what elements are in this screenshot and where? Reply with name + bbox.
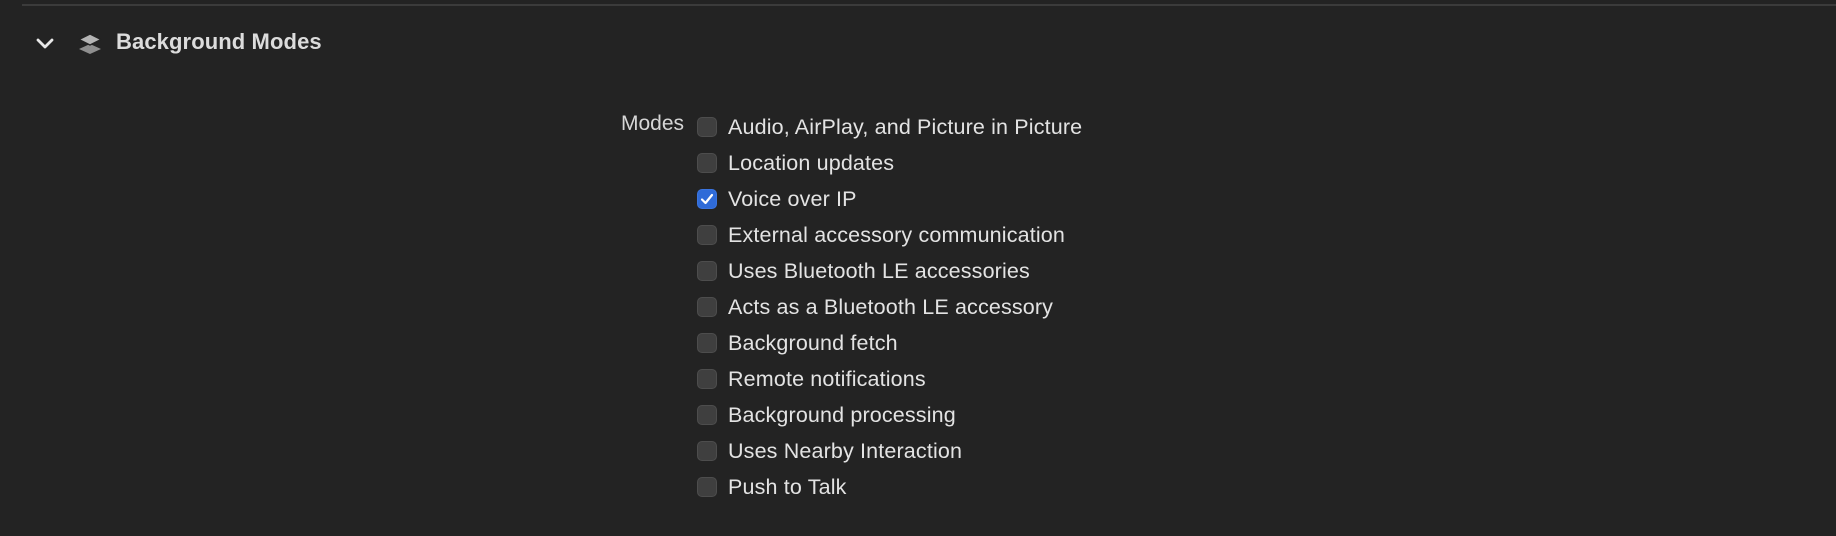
checkbox[interactable] bbox=[697, 297, 717, 317]
mode-option-background-processing[interactable]: Background processing bbox=[697, 397, 1082, 433]
modes-list: Audio, AirPlay, and Picture in Picture L… bbox=[697, 109, 1082, 505]
checkbox[interactable] bbox=[697, 153, 717, 173]
mode-option-audio-airplay-pip[interactable]: Audio, AirPlay, and Picture in Picture bbox=[697, 109, 1082, 145]
checkmark-icon bbox=[700, 193, 714, 205]
checkbox[interactable] bbox=[697, 189, 717, 209]
mode-option-push-to-talk[interactable]: Push to Talk bbox=[697, 469, 1082, 505]
chevron-down-icon[interactable] bbox=[32, 31, 58, 57]
checkbox[interactable] bbox=[697, 261, 717, 281]
layers-icon bbox=[76, 30, 104, 58]
checkbox[interactable] bbox=[697, 477, 717, 497]
mode-option-remote-notifications[interactable]: Remote notifications bbox=[697, 361, 1082, 397]
mode-option-location-updates[interactable]: Location updates bbox=[697, 145, 1082, 181]
mode-option-nearby-interaction[interactable]: Uses Nearby Interaction bbox=[697, 433, 1082, 469]
mode-option-voice-over-ip[interactable]: Voice over IP bbox=[697, 181, 1082, 217]
background-modes-section-header: Background Modes bbox=[32, 26, 322, 62]
mode-label: Audio, AirPlay, and Picture in Picture bbox=[728, 114, 1083, 139]
section-title: Background Modes bbox=[116, 29, 322, 54]
mode-label: Acts as a Bluetooth LE accessory bbox=[728, 294, 1054, 319]
mode-label: Push to Talk bbox=[728, 474, 847, 499]
section-divider bbox=[22, 4, 1836, 6]
mode-label: Background processing bbox=[728, 402, 956, 427]
mode-label: Background fetch bbox=[728, 330, 898, 355]
checkbox[interactable] bbox=[697, 369, 717, 389]
mode-label: Remote notifications bbox=[728, 366, 926, 391]
mode-label: Uses Bluetooth LE accessories bbox=[728, 258, 1030, 283]
mode-label: Location updates bbox=[728, 150, 895, 175]
mode-option-bluetooth-le-accessories[interactable]: Uses Bluetooth LE accessories bbox=[697, 253, 1082, 289]
checkbox[interactable] bbox=[697, 441, 717, 461]
modes-label: Modes bbox=[620, 112, 684, 135]
mode-option-external-accessory[interactable]: External accessory communication bbox=[697, 217, 1082, 253]
mode-label: External accessory communication bbox=[728, 222, 1065, 247]
mode-label: Uses Nearby Interaction bbox=[728, 438, 963, 463]
checkbox[interactable] bbox=[697, 333, 717, 353]
checkbox[interactable] bbox=[697, 405, 717, 425]
mode-option-acts-as-bluetooth-le-accessory[interactable]: Acts as a Bluetooth LE accessory bbox=[697, 289, 1082, 325]
checkbox[interactable] bbox=[697, 117, 717, 137]
mode-option-background-fetch[interactable]: Background fetch bbox=[697, 325, 1082, 361]
checkbox[interactable] bbox=[697, 225, 717, 245]
mode-label: Voice over IP bbox=[728, 186, 857, 211]
